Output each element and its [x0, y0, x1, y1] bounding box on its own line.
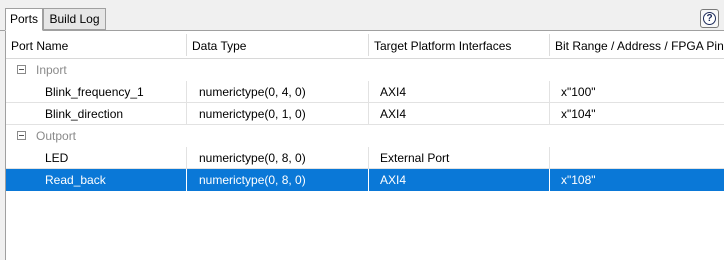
cell-divider — [549, 81, 550, 103]
help-button[interactable]: ? — [700, 9, 719, 28]
interface-cell[interactable]: AXI4 — [380, 103, 548, 125]
group-row-outport[interactable]: Outport — [6, 125, 724, 147]
cell-divider — [549, 147, 550, 169]
interface-cell[interactable]: AXI4 — [380, 81, 548, 103]
help-icon: ? — [703, 12, 716, 25]
cell-divider — [368, 169, 369, 191]
column-header-target-platform-interfaces[interactable]: Target Platform Interfaces — [369, 31, 549, 59]
group-label: Inport — [36, 63, 67, 77]
port-name-cell: Read_back — [45, 173, 106, 187]
port-name-cell: Blink_frequency_1 — [45, 85, 144, 99]
table-header: Port Name Data Type Target Platform Inte… — [6, 31, 724, 59]
collapse-icon[interactable] — [17, 65, 26, 74]
ports-table: Port Name Data Type Target Platform Inte… — [5, 31, 724, 260]
address-cell[interactable]: x"100" — [561, 81, 721, 103]
group-label: Outport — [36, 129, 77, 143]
tab-bar: Ports Build Log ? — [0, 0, 724, 32]
tab-ports[interactable]: Ports — [5, 8, 43, 31]
address-cell[interactable]: x"104" — [561, 103, 721, 125]
cell-divider — [368, 147, 369, 169]
group-row-inport[interactable]: Inport — [6, 59, 724, 81]
cell-divider — [368, 103, 369, 125]
tab-build-log[interactable]: Build Log — [43, 8, 106, 30]
table-row[interactable]: Blink_direction numerictype(0, 1, 0) AXI… — [6, 103, 724, 125]
data-type-cell[interactable]: numerictype(0, 8, 0) — [199, 147, 367, 169]
port-name-cell: Blink_direction — [45, 107, 124, 121]
cell-divider — [368, 81, 369, 103]
cell-divider — [186, 147, 187, 169]
address-cell[interactable] — [561, 147, 721, 169]
address-cell[interactable]: x"108" — [561, 169, 721, 191]
data-type-cell[interactable]: numerictype(0, 1, 0) — [199, 103, 367, 125]
table-row-selected[interactable]: Read_back numerictype(0, 8, 0) AXI4 x"10… — [6, 169, 724, 191]
interface-cell[interactable]: AXI4 — [380, 169, 548, 191]
port-name-cell: LED — [45, 151, 69, 165]
cell-divider — [186, 103, 187, 125]
cell-divider — [549, 169, 550, 191]
column-header-bit-range[interactable]: Bit Range / Address / FPGA Pin — [550, 31, 724, 59]
table-row[interactable]: Blink_frequency_1 numerictype(0, 4, 0) A… — [6, 81, 724, 103]
cell-divider — [186, 81, 187, 103]
cell-divider — [186, 169, 187, 191]
column-header-port-name[interactable]: Port Name — [6, 31, 186, 59]
table-row[interactable]: LED numerictype(0, 8, 0) External Port — [6, 147, 724, 169]
column-header-data-type[interactable]: Data Type — [187, 31, 368, 59]
data-type-cell[interactable]: numerictype(0, 8, 0) — [199, 169, 367, 191]
interface-cell[interactable]: External Port — [380, 147, 548, 169]
collapse-icon[interactable] — [17, 131, 26, 140]
cell-divider — [549, 103, 550, 125]
data-type-cell[interactable]: numerictype(0, 4, 0) — [199, 81, 367, 103]
